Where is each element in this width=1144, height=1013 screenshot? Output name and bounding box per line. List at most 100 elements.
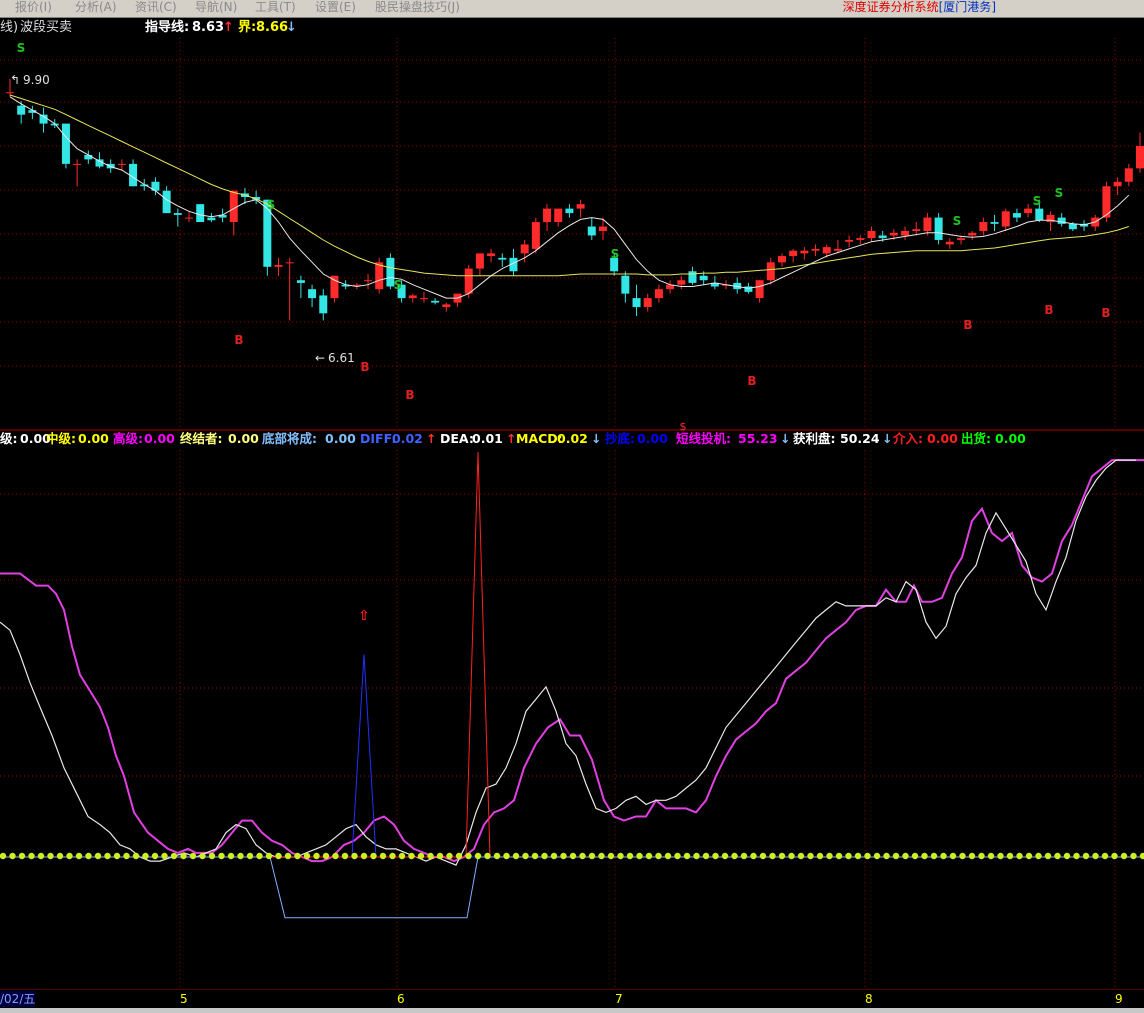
menu-bar: 报价(I) 分析(A) 资讯(C) 导航(N) 工具(T) 设置(E) 股民操盘…: [0, 0, 1144, 18]
bound-arrow-icon: ↓: [286, 20, 297, 35]
indicator-chart[interactable]: ⇧: [0, 450, 1144, 990]
baseline-dot: [199, 852, 206, 860]
date-axis: /02/五 5 6 7 8 9: [0, 990, 1144, 1008]
candle-body: [73, 163, 82, 165]
candle-body: [990, 222, 999, 224]
menu-settings[interactable]: 设置(E): [315, 0, 356, 15]
menu-trading-tips[interactable]: 股民操盘技巧(J): [375, 0, 460, 15]
baseline-dot: [911, 852, 919, 860]
baseline-dot: [1006, 852, 1014, 860]
indicator-label-10: 获利盘:: [793, 431, 836, 446]
candle-body: [308, 289, 317, 299]
baseline-dot: [1073, 852, 1080, 860]
baseline-dot: [417, 852, 425, 860]
candle-body: [61, 123, 70, 164]
baseline-dot: [588, 852, 596, 860]
candle-body: [621, 275, 630, 294]
brand-name: 深度证券分析系统: [842, 0, 939, 14]
baseline-dot: [313, 852, 320, 860]
baseline-dot: [902, 852, 909, 860]
baseline-dot: [930, 852, 938, 860]
baseline-dot: [56, 852, 64, 860]
baseline-dot: [408, 852, 415, 860]
baseline-dot: [797, 852, 805, 860]
baseline-dot: [389, 852, 396, 860]
candle-body: [699, 275, 708, 281]
menu-tools[interactable]: 工具(T): [255, 0, 296, 15]
baseline-dot: [47, 852, 54, 860]
baseline-dot: [0, 852, 7, 860]
baseline-dot: [617, 852, 624, 860]
baseline-dot: [123, 852, 130, 860]
candle-body: [364, 280, 373, 282]
candle-body: [185, 217, 194, 219]
candle-body: [643, 298, 652, 308]
baseline-dot: [854, 852, 862, 860]
sell-signal: S: [17, 41, 26, 55]
candle-body: [744, 286, 753, 292]
baseline-dot: [769, 852, 776, 860]
baseline-dot: [1120, 852, 1128, 860]
baseline-dot: [503, 852, 510, 860]
candle-body: [296, 280, 305, 283]
baseline-dot: [1016, 852, 1023, 860]
baseline-dot: [607, 852, 615, 860]
indicator-value-9: 55.23: [738, 431, 778, 446]
candle-body: [520, 244, 529, 254]
indicator-label-9: 短线投机:: [676, 431, 731, 446]
baseline-dot: [968, 852, 976, 860]
baseline-dot: [987, 852, 995, 860]
series-line-4: [0, 856, 1144, 919]
bound-value: 8.66: [256, 20, 289, 35]
candle-body: [789, 250, 798, 257]
low-price-label: 6.61: [328, 351, 355, 365]
indicator-value-10: 50.24: [840, 431, 880, 446]
baseline-dot: [113, 852, 121, 860]
candle-body: [934, 217, 943, 240]
baseline-dot: [721, 852, 729, 860]
indicator-label-7: MACD:: [516, 431, 563, 446]
baseline-dot: [674, 852, 681, 860]
candle-body: [229, 190, 238, 223]
menu-navigation[interactable]: 导航(N): [195, 0, 237, 15]
menu-analysis[interactable]: 分析(A): [75, 0, 117, 15]
price-chart[interactable]: SSSSSSSBBBBBB B↰ 9.90← 6.61: [0, 38, 1144, 428]
candle-body: [531, 222, 540, 249]
indicator-arrow-icon-9: ↓: [780, 431, 791, 446]
baseline-dot: [284, 852, 292, 860]
candle-body: [1068, 223, 1077, 230]
candle-body: [17, 105, 26, 115]
indicator-label-0: 级:: [0, 431, 18, 446]
baseline-dot: [436, 852, 444, 860]
candle-body: [1035, 208, 1044, 221]
baseline-dot: [189, 852, 197, 860]
candle-body: [419, 298, 428, 300]
indicator-value-8: 0.00: [637, 431, 668, 446]
baseline-dot: [180, 852, 187, 860]
baseline-dot: [379, 852, 387, 860]
baseline-dot: [807, 852, 814, 860]
bound-label: 界:: [238, 20, 257, 35]
ma-short-line: [9, 96, 1130, 299]
sell-signal: S: [1055, 186, 1064, 200]
baseline-dot: [1092, 852, 1099, 860]
candle-body: [901, 231, 910, 236]
indicator-label-6: DEA:: [440, 431, 474, 446]
candle-body: [487, 253, 496, 257]
indicator-value-2: 0.00: [144, 431, 175, 446]
menu-news[interactable]: 资讯(C): [135, 0, 177, 15]
indicator-label-5: DIFF:: [360, 431, 397, 446]
baseline-dot: [370, 852, 377, 860]
candle-body: [654, 289, 663, 299]
menu-quote[interactable]: 报价(I): [15, 0, 52, 15]
candle-body: [945, 241, 954, 245]
baseline-dot: [332, 852, 339, 860]
baseline-dot: [427, 852, 434, 860]
baseline-dot: [873, 852, 881, 860]
title-prefix: 线): [0, 20, 19, 35]
baseline-dot: [579, 852, 586, 860]
baseline-dot: [569, 852, 577, 860]
sell-signal: S: [267, 198, 276, 212]
candle-body: [408, 295, 417, 299]
candle-body: [565, 208, 574, 214]
